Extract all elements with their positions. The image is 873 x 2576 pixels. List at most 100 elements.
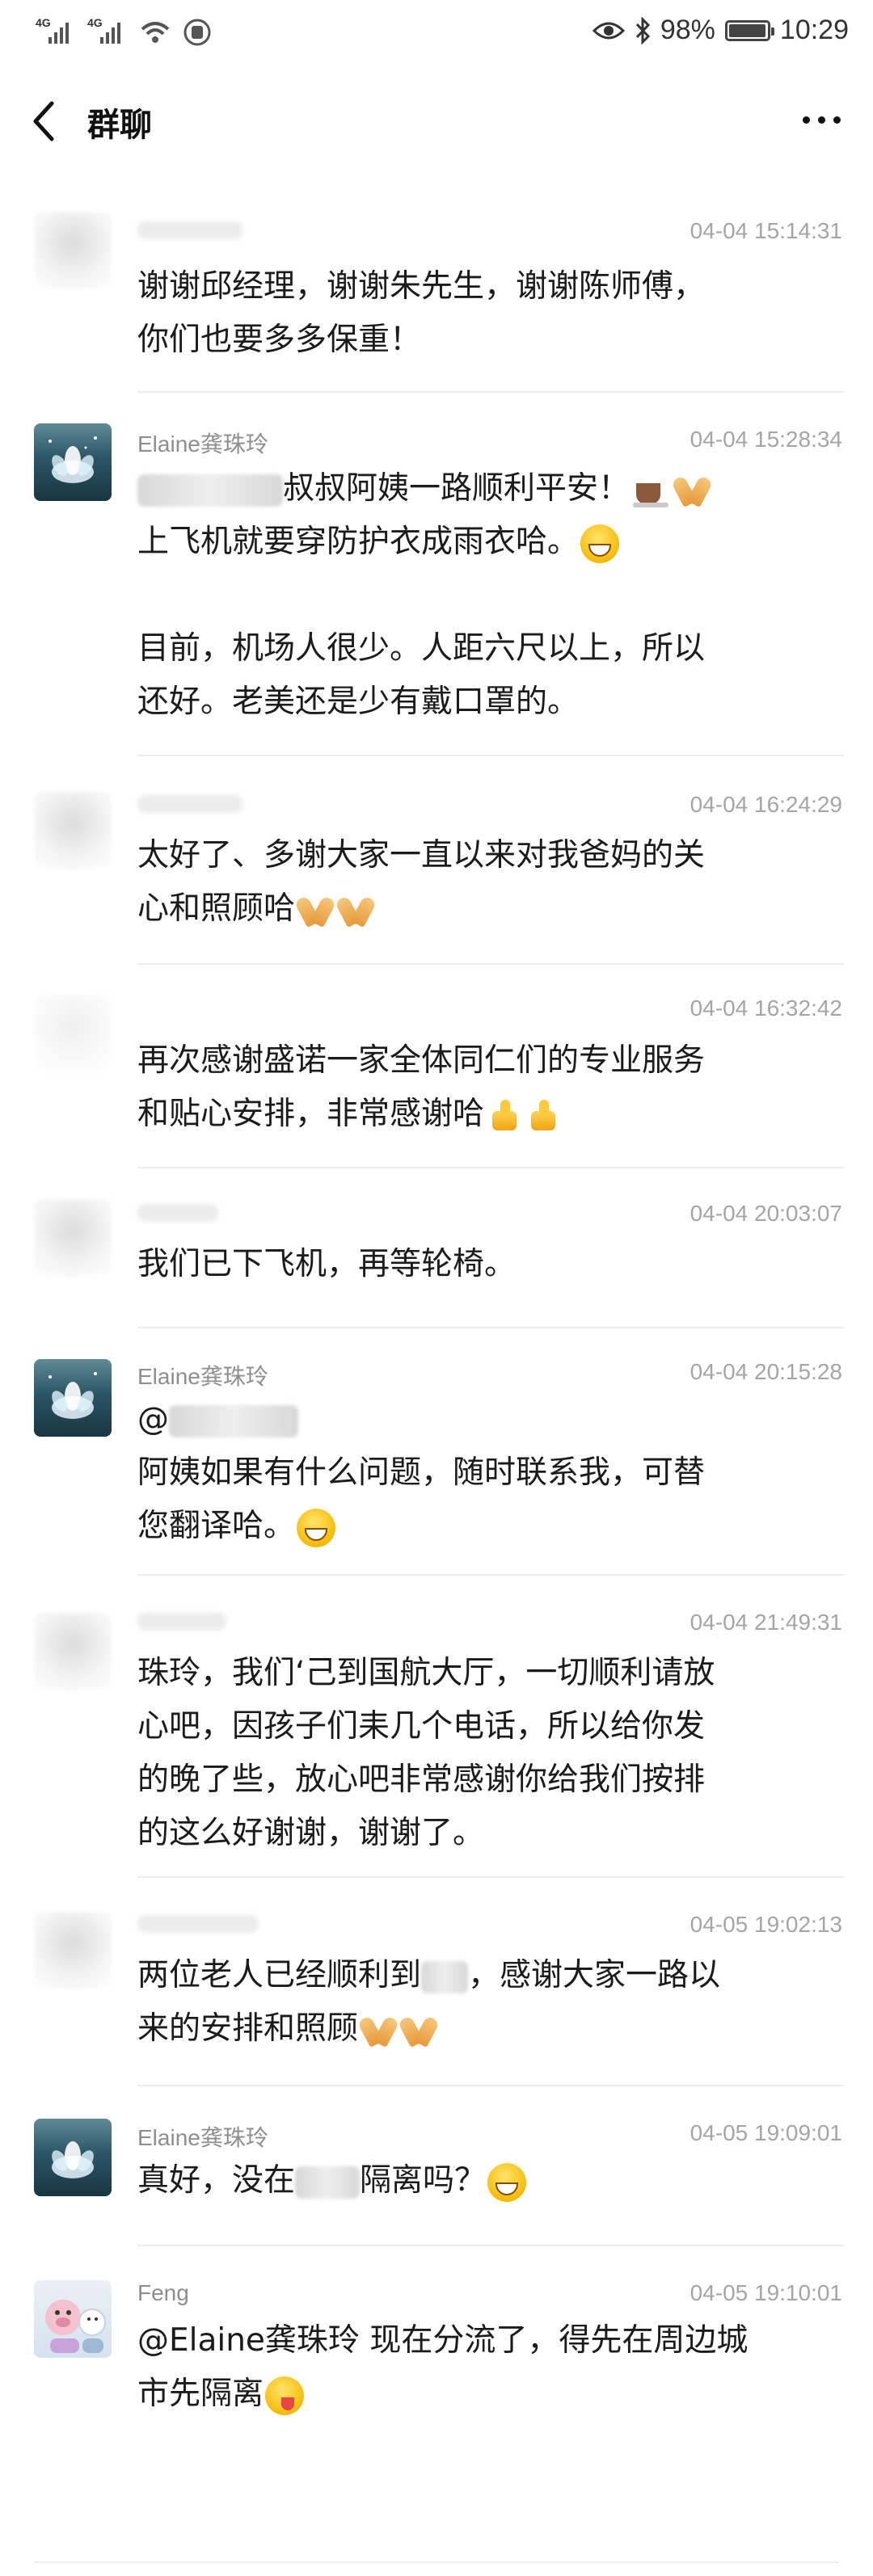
praying-hands-emoji-icon [400, 2012, 437, 2049]
message-item: 04-04 16:32:42 再次感谢盛诺一家全体同仁们的专业服务 和贴心安排，非… [0, 966, 873, 1170]
praying-hands-emoji-icon [297, 892, 334, 929]
avatar[interactable] [34, 1613, 112, 1690]
divider [137, 1327, 844, 1328]
redacted-name [137, 474, 283, 507]
message-text[interactable]: 珠玲，我们‘己到国航大厅，一切顺利请放 心吧，因孩子们耒几个电话，所以给你发 的晚了… [137, 1647, 844, 1860]
message-line: 珠玲，我们‘己到国航大厅，一切顺利请放 [137, 1655, 715, 1691]
divider [137, 2245, 844, 2246]
avatar[interactable] [34, 995, 112, 1073]
message-line: 您翻译哈。 [137, 1508, 296, 1544]
divider [137, 1167, 844, 1168]
avatar[interactable] [34, 1359, 112, 1437]
message-line: 来的安排和照顾 [137, 2010, 359, 2047]
message-timestamp: 04-05 19:02:13 [690, 1912, 842, 1937]
message-timestamp: 04-04 16:24:29 [690, 792, 842, 817]
message-line: 上飞机就要穿防护衣成雨衣哈。 [137, 524, 580, 560]
avatar[interactable] [34, 212, 112, 289]
message-item: 04-04 21:49:31 珠玲，我们‘己到国航大厅，一切顺利请放 心吧，因孩子… [0, 1577, 873, 1879]
message-item: 04-04 16:24:29 太好了、多谢大家一直以来对我爸妈的关 心和照顾哈 [0, 760, 873, 966]
status-right: 98% 10:29 [592, 15, 849, 46]
message-line: 目前，机场人很少。人距六尺以上，所以 [137, 630, 706, 667]
message-text[interactable]: 两位老人已经顺利到 ，感谢大家一路以 来的安排和照顾 [137, 1949, 844, 2056]
mention-prefix: @ [137, 1401, 169, 1437]
message-text[interactable]: @Elaine龚珠玲 现在分流了，得先在周边城 市先隔离 [137, 2314, 844, 2421]
tongue-wink-emoji-icon [265, 2376, 305, 2415]
bluetooth-icon [635, 16, 650, 44]
bottom-divider [34, 2561, 839, 2563]
message-timestamp: 04-04 20:15:28 [690, 1359, 842, 1384]
battery-icon [724, 19, 774, 41]
back-arrow-icon[interactable] [27, 99, 60, 144]
signal-icon-sim1: 4G [36, 16, 76, 47]
lotus-avatar-image [48, 436, 97, 483]
divider [137, 2085, 844, 2086]
grin-emoji-icon [297, 1508, 336, 1547]
message-text[interactable]: 太好了、多谢大家一直以来对我爸妈的关 心和照顾哈 [137, 829, 844, 936]
message-timestamp: 04-04 15:14:31 [690, 218, 842, 243]
message-timestamp: 04-05 19:10:01 [690, 2280, 842, 2305]
message-line: ，感谢大家一路以 [468, 1957, 721, 1993]
message-line: 叔叔阿姨一路顺利平安！ [283, 470, 630, 507]
message-line: 我们已下飞机，再等轮椅。 [137, 1246, 517, 1282]
divider [137, 963, 844, 965]
divider [137, 1574, 844, 1576]
praying-hands-emoji-icon [673, 472, 711, 509]
avatar[interactable] [34, 1199, 112, 1277]
message-item: Elaine龚珠玲 04-04 15:28:34 叔叔阿姨一路顺利平安！ 上飞机就… [0, 394, 873, 760]
divider [137, 755, 844, 756]
message-item: 04-05 19:02:13 两位老人已经顺利到 ，感谢大家一路以 来的安排和照顾 [0, 1879, 873, 2088]
sender-name: Elaine龚珠玲 [137, 2125, 268, 2150]
message-line: 阿姨如果有什么问题，随时联系我，可替 [137, 1454, 706, 1491]
battery-percent: 98% [660, 15, 715, 45]
avatar[interactable] [34, 423, 112, 501]
lotus-avatar-image [48, 1372, 97, 1419]
message-line: 太好了、多谢大家一直以来对我爸妈的关 [137, 837, 706, 873]
page-title: 群聊 [87, 107, 152, 144]
divider [137, 1876, 844, 1878]
praying-hands-emoji-icon [360, 2012, 397, 2049]
message-line: 心和照顾哈 [137, 890, 296, 927]
avatar[interactable] [34, 1912, 112, 1989]
message-timestamp: 04-05 19:09:01 [690, 2120, 842, 2145]
message-timestamp: 04-04 16:32:42 [690, 995, 842, 1021]
message-line: 你们也要多多保重！ [137, 322, 422, 358]
sender-name: Feng [137, 2280, 189, 2305]
more-options-icon[interactable] [803, 116, 841, 124]
status-left: 4G 4G [36, 16, 212, 47]
nav-bar: 群聊 [0, 69, 873, 173]
sender-name-redacted [137, 1204, 218, 1222]
sender-name-redacted [137, 1613, 226, 1631]
message-line: 再次感谢盛诺一家全体同仁们的专业服务 [137, 1042, 706, 1079]
clock: 10:29 [779, 15, 849, 45]
avatar[interactable] [34, 2280, 112, 2358]
message-item: Elaine龚珠玲 04-04 20:15:28 @ 阿姨如果有什么问题，随时联系… [0, 1330, 873, 1577]
avatar[interactable] [34, 792, 112, 869]
grin-emoji-icon [580, 524, 620, 563]
sender-name: Elaine龚珠玲 [137, 1364, 268, 1389]
message-item: 04-04 15:14:31 谢谢邱经理，谢谢朱先生，谢谢陈师傅， 你们也要多多保… [0, 173, 873, 394]
message-text[interactable]: 我们已下飞机，再等轮椅。 [137, 1238, 844, 1291]
thumbs-up-emoji-icon [525, 1098, 560, 1134]
sender-name-redacted [137, 1915, 259, 1933]
sender-name-redacted [137, 221, 242, 239]
signal-icon-sim2: 4G [87, 16, 128, 47]
message-line: 心吧，因孩子们耒几个电话，所以给你发 [137, 1708, 706, 1745]
app-notification-icon [183, 19, 211, 46]
message-line: 还好。老美还是少有戴口罩的。 [137, 684, 580, 720]
avatar[interactable] [34, 2119, 112, 2196]
message-text[interactable]: 再次感谢盛诺一家全体同仁们的专业服务 和贴心安排，非常感谢哈 [137, 1034, 844, 1141]
redacted-name [169, 1404, 298, 1437]
message-text[interactable]: 真好，没在 隔离吗？ [137, 2154, 844, 2208]
message-line: 的晚了些，放心吧非常感谢你给我们按排 [137, 1762, 706, 1798]
message-text[interactable]: @ 阿姨如果有什么问题，随时联系我，可替 您翻译哈。 [137, 1393, 844, 1553]
message-text[interactable]: 叔叔阿姨一路顺利平安！ 上飞机就要穿防护衣成雨衣哈。目前，机场人很少。人距六尺以上… [137, 462, 844, 729]
message-item: Elaine龚珠玲 04-05 19:09:01 真好，没在 隔离吗？ [0, 2088, 873, 2248]
message-item: 04-04 20:03:07 我们已下飞机，再等轮椅。 [0, 1170, 873, 1330]
message-line: 市先隔离 [137, 2376, 264, 2412]
message-text[interactable]: 谢谢邱经理，谢谢朱先生，谢谢陈师傅， 你们也要多多保重！ [137, 260, 844, 367]
pig-avatar-image [45, 2300, 106, 2353]
message-line: @Elaine龚珠玲 现在分流了，得先在周边城 [137, 2322, 749, 2359]
message-line: 的这么好谢谢，谢谢了。 [137, 1815, 485, 1851]
status-bar: 4G 4G 98% 10:29 [0, 0, 873, 69]
praying-hands-emoji-icon [337, 892, 374, 929]
